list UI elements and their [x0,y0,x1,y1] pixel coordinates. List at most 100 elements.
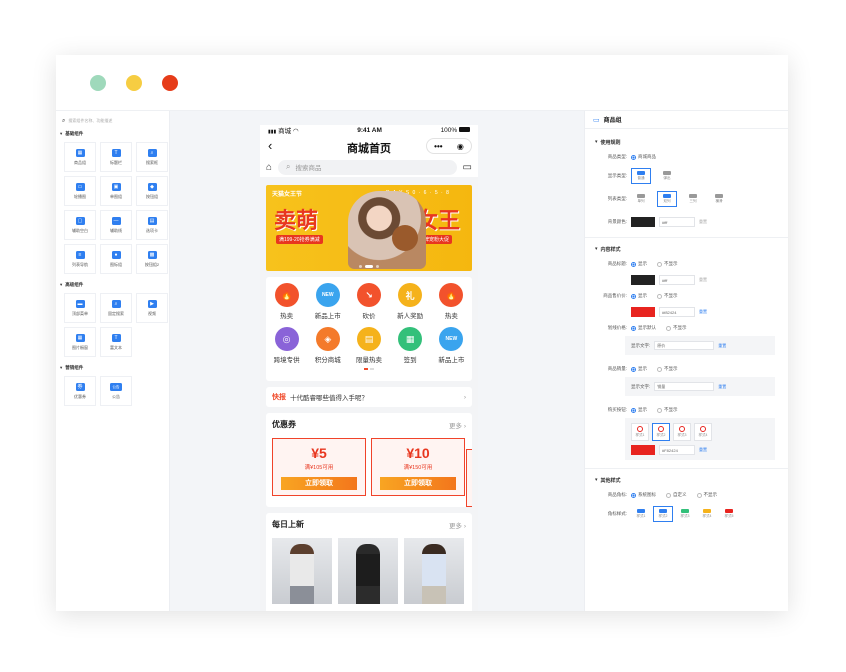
claim-coupon-button[interactable]: 立即领取 [281,477,357,490]
component-tile[interactable]: ▦ 图片橱窗 [64,327,96,357]
icon-nav-item[interactable]: ▤ 限量热卖 [349,327,389,364]
radio-price-hide[interactable]: 不显示 [657,293,678,299]
traffic-light-green[interactable] [90,75,106,91]
radio-price-show[interactable]: 显示 [631,293,647,299]
radio-title-show[interactable]: 显示 [631,261,647,267]
icon-nav-item[interactable]: ◈ 积分商城 [308,327,348,364]
icon-nav-item[interactable]: ▦ 签到 [390,327,430,364]
radio-sales-hide[interactable]: 不显示 [657,366,678,372]
icon-nav-item[interactable]: 🔥 热卖 [267,283,307,320]
buy-style-option[interactable]: 样式3 [673,423,691,441]
component-tile[interactable]: ▭ 轮播图 [64,176,96,206]
title-color-hex[interactable]: #fff [659,275,695,285]
icon-nav-item[interactable]: 礼新人奖励 [390,283,430,320]
component-tile[interactable]: 券优惠券 [64,376,96,406]
component-tile[interactable]: ⌕ 固定搜索 [100,293,132,323]
sales-text-reset[interactable]: 重置 [718,384,726,390]
more-icon[interactable]: ••• [434,142,442,151]
icon-nav-grid: 🔥 热卖 NEW 新品上市 ↘ 砍价 礼新人奖励 🔥 热卖 ◎ 跨境专供 ◈ 积分商城 ▤ 限量热卖 ▦ 签到 N… [266,277,472,381]
list-double-option[interactable]: 双列 [657,191,677,207]
corner-style-option[interactable]: 样式3 [675,506,695,522]
radio-title-hide[interactable]: 不显示 [657,261,678,267]
component-tile[interactable]: ◆ 按钮组 [136,176,168,206]
search-input[interactable]: ⌕ 搜索商品 [278,159,457,175]
promo-banner[interactable]: 天猫女王节 D A Y S 0 · 6 · 5 · 8 卖萌 女王 满199-2… [266,185,472,271]
buy-color-swatch[interactable] [631,445,655,455]
coupon-more-link[interactable]: 更多 › [449,420,466,430]
list-scroll-option[interactable]: 横滑 [709,191,729,207]
component-section-title[interactable]: ▾ 高级组件 [60,280,165,290]
radio-corner-custom[interactable]: 自定义 [666,492,687,498]
component-tile[interactable]: ▦ 商品组 [64,142,96,172]
buy-color-hex[interactable]: #F82424 [659,445,695,455]
price-color-reset[interactable]: 重置 [699,309,707,315]
scan-icon[interactable]: ▭ [463,162,472,173]
product-photo[interactable] [404,538,464,604]
list-single-option[interactable]: 单列 [631,191,651,207]
price-color-swatch[interactable] [631,307,655,317]
radio-origin-hide[interactable]: 不显示 [666,325,687,331]
bg-color-reset[interactable]: 重置 [699,219,707,225]
component-tile[interactable]: ▣ 单图组 [100,176,132,206]
bg-color-swatch[interactable] [631,217,655,227]
carrier: ▮▮▮ 商城 ◠ [268,128,299,135]
component-search[interactable]: ⌕ 搜索组件名称、功能描述 [60,115,165,127]
traffic-light-yellow[interactable] [126,75,142,91]
corner-style-option[interactable]: 样式4 [697,506,717,522]
icon-nav-item[interactable]: NEW 新品上市 [431,327,471,364]
icon-nav-item[interactable]: NEW 新品上市 [308,283,348,320]
component-tile[interactable]: ⌕ 搜索框 [136,142,168,172]
notice-bar[interactable]: 快报 十代酷睿哪些值得入手呢？ › [266,387,472,407]
corner-style-option[interactable]: 样式1 [631,506,651,522]
buy-style-option[interactable]: 样式1 [631,423,649,441]
origin-text-reset[interactable]: 重置 [718,343,726,349]
component-tile[interactable]: ▢ 辅助空白 [64,210,96,240]
corner-style-option[interactable]: 样式5 [719,506,739,522]
list-triple-option[interactable]: 三列 [683,191,703,207]
claim-coupon-button[interactable]: 立即领取 [380,477,456,490]
component-tile[interactable]: ▤ 选项卡 [136,210,168,240]
price-color-hex[interactable]: #f82424 [659,307,695,317]
buy-color-reset[interactable]: 重置 [699,447,707,453]
product-photo[interactable] [272,538,332,604]
component-section-title[interactable]: ▾ 基础组件 [60,129,165,139]
component-label: 列表导航 [72,261,88,267]
icon-nav-item[interactable]: ◎ 跨境专供 [267,327,307,364]
sales-text-input[interactable]: 销量 [654,382,715,391]
section-content: ▾ 内容样式 [595,246,621,253]
radio-sales-show[interactable]: 显示 [631,366,647,372]
title-color-swatch[interactable] [631,275,655,285]
component-tile[interactable]: T 富文本 [100,327,132,357]
component-section-title[interactable]: ▾ 营销组件 [60,363,165,373]
daily-new-more-link[interactable]: 更多 › [449,520,466,530]
radio-origin-show[interactable]: 显示默认 [631,325,656,331]
component-tile[interactable]: 公告 公告 [100,376,132,406]
store-icon[interactable]: ⌂ [266,162,272,173]
component-tile[interactable]: ▶ 视频 [136,293,168,323]
target-icon[interactable]: ◉ [457,142,464,151]
buy-style-option[interactable]: 样式4 [694,423,712,441]
icon-nav-item[interactable]: 🔥 热卖 [431,283,471,320]
component-tile[interactable]: T 标题栏 [100,142,132,172]
radio-corner-hide[interactable]: 不显示 [696,492,717,498]
radio-buy-show[interactable]: 显示 [631,407,647,413]
radio-buy-hide[interactable]: 不显示 [657,407,678,413]
corner-style-option[interactable]: 样式2 [653,506,673,522]
product-photo[interactable] [338,538,398,604]
icon-nav-item[interactable]: ↘ 砍价 [349,283,389,320]
component-label: 图片橱窗 [72,344,88,350]
component-tile[interactable]: ▬ 顶部菜单 [64,293,96,323]
origin-text-input[interactable]: 原价 [654,341,715,350]
component-tile[interactable]: ▩ 按钮组2 [136,244,168,274]
radio-corner-system[interactable]: 系统图标 [631,492,656,498]
bg-color-hex[interactable]: #fff [659,217,695,227]
display-normal-option[interactable]: 普通 [631,168,651,184]
display-popup-option[interactable]: 弹出 [657,168,677,184]
buy-style-option[interactable]: 样式2 [652,423,670,441]
radio-mall-goods[interactable]: 商城商品 [631,154,656,160]
component-tile[interactable]: ≡ 列表导航 [64,244,96,274]
component-tile[interactable]: ― 辅助线 [100,210,132,240]
traffic-light-red[interactable] [162,75,178,91]
component-tile[interactable]: ● 图标组 [100,244,132,274]
title-color-reset[interactable]: 重置 [699,277,707,283]
